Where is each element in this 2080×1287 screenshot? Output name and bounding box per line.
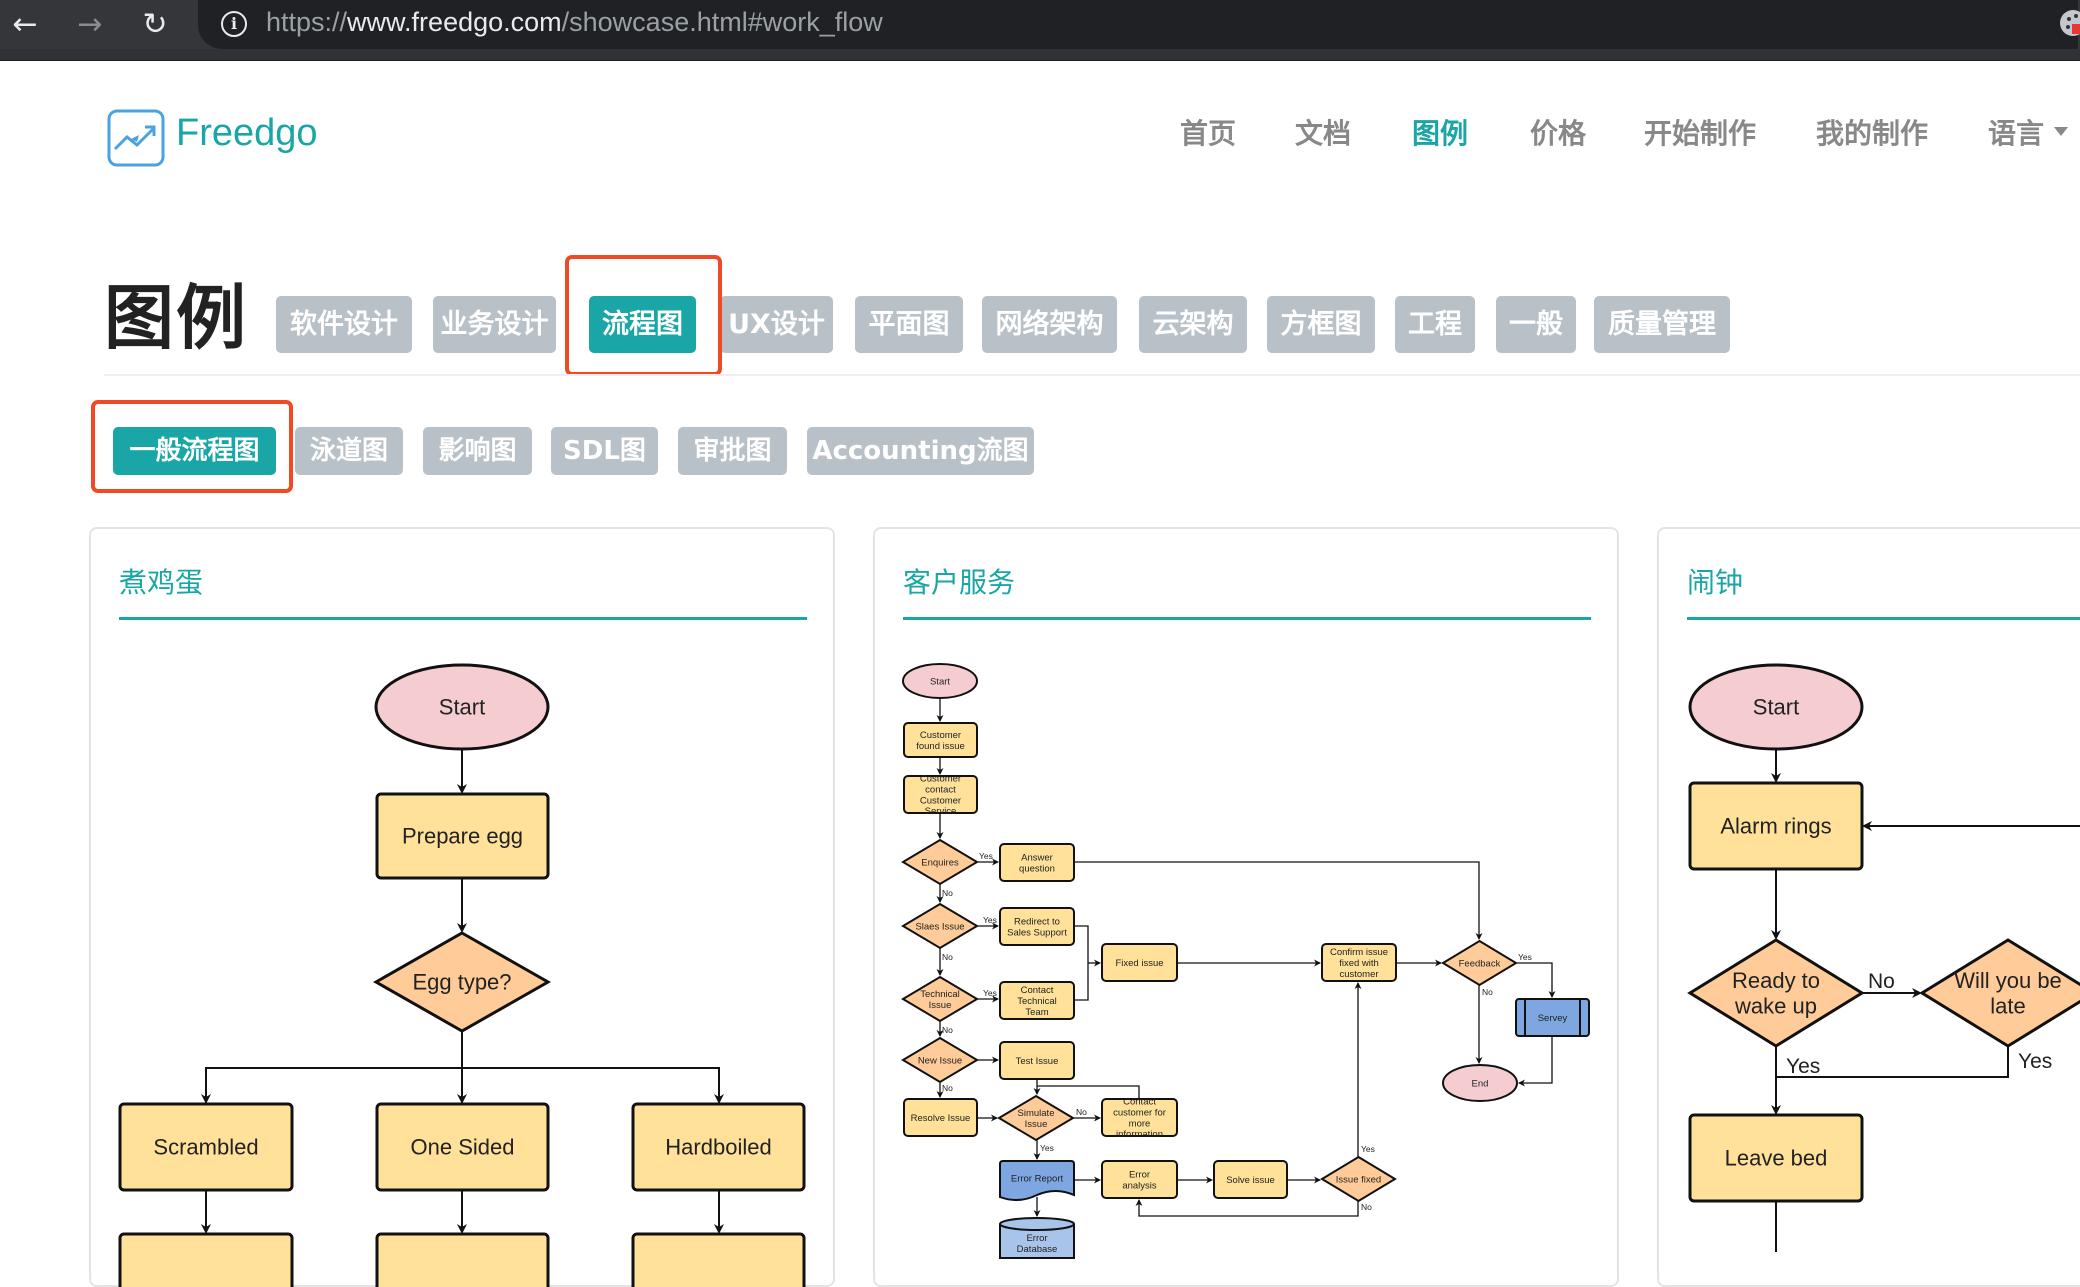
- back-button[interactable]: ←: [4, 4, 46, 46]
- tab-business-design[interactable]: 业务设计: [433, 296, 556, 353]
- subtab-sdl[interactable]: SDL图: [551, 427, 658, 475]
- arrow-left-icon: ←: [12, 7, 38, 42]
- card-title[interactable]: 客户服务: [903, 561, 1015, 601]
- tab-software-design[interactable]: 软件设计: [276, 296, 412, 353]
- arrow-right-icon: →: [77, 7, 103, 42]
- card-title-rule: [903, 617, 1591, 620]
- nav-home[interactable]: 首页: [1180, 112, 1236, 152]
- highlight-box-flowchart-tab: [565, 255, 722, 376]
- page-title: 图例: [104, 277, 248, 359]
- tab-floor-plan[interactable]: 平面图: [855, 296, 963, 353]
- brand-name[interactable]: Freedgo: [176, 112, 318, 155]
- tab-quality-management[interactable]: 质量管理: [1594, 296, 1730, 353]
- trend-chart-icon: [107, 109, 165, 167]
- card-title-rule: [1687, 617, 2080, 620]
- toolbar-band: [0, 49, 2080, 61]
- divider: [104, 374, 2080, 376]
- showcase-card-boil-egg[interactable]: 煮鸡蛋: [89, 527, 835, 1287]
- chevron-down-icon[interactable]: [2054, 127, 2068, 136]
- reload-icon: ↻: [142, 7, 168, 42]
- reload-button[interactable]: ↻: [134, 4, 176, 46]
- url-path: /showcase.html#work_flow: [561, 7, 883, 37]
- logo[interactable]: [107, 109, 165, 167]
- cookie-extension-icon[interactable]: [2060, 10, 2080, 36]
- highlight-box-general-flowchart: [91, 400, 293, 493]
- subtab-accounting-flow[interactable]: Accounting流图: [807, 427, 1034, 475]
- tab-ux-design[interactable]: UX设计: [720, 296, 833, 353]
- browser-toolbar: ← → ↻ i https://www.freedgo.com/showcase…: [0, 0, 2080, 61]
- subtab-influence-diagram[interactable]: 影响图: [423, 427, 532, 475]
- tab-network-architecture[interactable]: 网络架构: [982, 296, 1117, 353]
- nav-language[interactable]: 语言: [1988, 112, 2044, 152]
- nav-pricing[interactable]: 价格: [1530, 112, 1586, 152]
- info-icon[interactable]: i: [221, 11, 247, 37]
- showcase-card-alarm-clock[interactable]: 闹钟: [1657, 527, 2080, 1287]
- nav-my-creations[interactable]: 我的制作: [1816, 112, 1928, 152]
- url-host: www.freedgo.com: [347, 7, 562, 37]
- tab-engineering[interactable]: 工程: [1395, 296, 1475, 353]
- subtab-approval[interactable]: 审批图: [678, 427, 787, 475]
- card-title[interactable]: 闹钟: [1687, 561, 1743, 601]
- showcase-card-customer-service[interactable]: 客户服务: [873, 527, 1619, 1287]
- card-title-rule: [119, 617, 807, 620]
- subtab-swimlane[interactable]: 泳道图: [295, 427, 403, 475]
- tab-general[interactable]: 一般: [1496, 296, 1576, 353]
- nav-showcase[interactable]: 图例: [1412, 112, 1468, 152]
- url-scheme: https://: [266, 7, 348, 37]
- nav-start-creating[interactable]: 开始制作: [1644, 112, 1756, 152]
- tab-block-diagram[interactable]: 方框图: [1267, 296, 1375, 353]
- nav-docs[interactable]: 文档: [1295, 112, 1351, 152]
- forward-button[interactable]: →: [69, 4, 111, 46]
- tab-cloud-architecture[interactable]: 云架构: [1139, 296, 1247, 353]
- url-text[interactable]: https://www.freedgo.com/showcase.html#wo…: [266, 7, 883, 38]
- card-title[interactable]: 煮鸡蛋: [119, 561, 203, 601]
